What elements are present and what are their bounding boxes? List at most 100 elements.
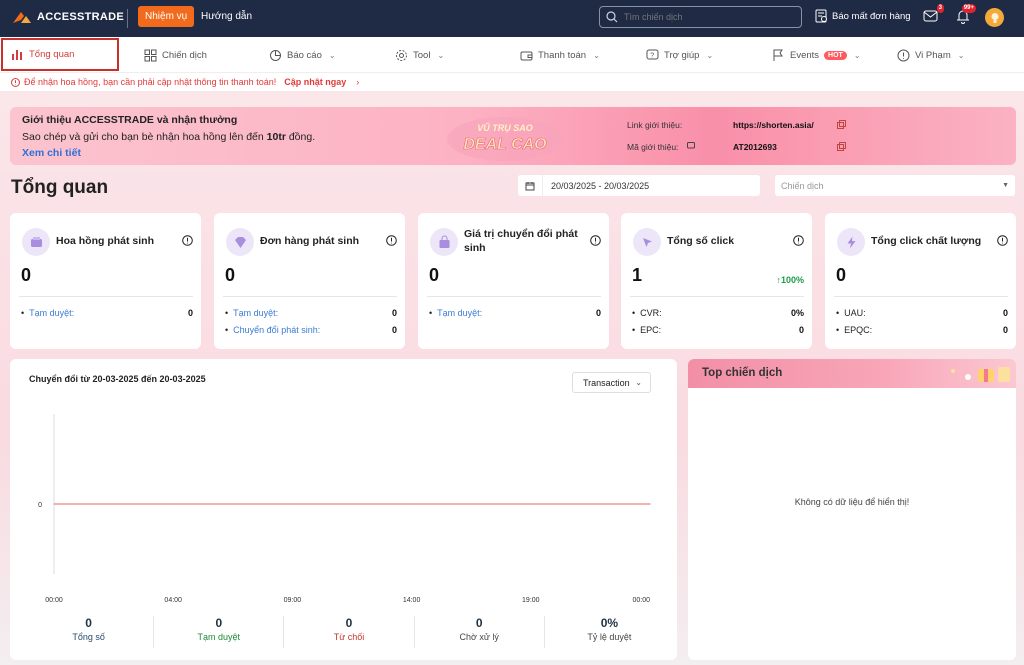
x-tick-label: 00:00 [45,597,63,604]
info-icon[interactable] [182,235,193,246]
row-label: EPC: [632,325,661,335]
chevron-down-icon: ⌄ [328,50,336,60]
ref-code-label: Mã giới thiệu: [627,142,679,152]
stat-label: Tạm duyệt [197,632,241,642]
nav-help[interactable]: ? Trợ giúp ⌄ [646,37,713,73]
nav-events[interactable]: Events HOT ⌄ [772,37,861,73]
see-details-link[interactable]: Xem chi tiết [22,147,81,159]
card-value: 0 [836,265,847,285]
nav-overview[interactable]: Tổng quan [1,38,119,71]
info-icon[interactable] [590,235,601,246]
date-range-picker[interactable]: 20/03/2025 - 20/03/2025 [518,175,760,196]
nav-label: Chiến dịch [162,49,207,61]
row-label: CVR: [632,308,662,318]
data-point [411,503,413,505]
row-value: 0 [1002,308,1008,318]
x-tick-label: 00:00 [632,597,650,604]
card-value: 0 [21,265,32,285]
brand-name: ACCESSTRADE [37,11,125,23]
grid-icon [144,49,157,61]
report-lost-order-link[interactable]: Báo mất đơn hàng [815,9,911,23]
stat-rejected: 0 Từ chối [284,616,415,648]
banner-description: Sao chép và gửi cho bạn bè nhận hoa hồng… [22,131,315,143]
campaign-select[interactable]: Chiến dịch ▼ [775,175,1015,196]
row-value: 0 [391,325,397,335]
mail-badge: 3 [936,4,944,13]
stat-approval-rate: 0% Tỷ lệ duyệt [545,616,674,648]
mission-button[interactable]: Nhiệm vụ [138,6,195,27]
nav-payment[interactable]: Thanh toán ⌄ [520,37,600,73]
row-value: 0 [187,308,193,318]
stat-value: 0 [475,616,483,630]
x-tick-label: 14:00 [403,597,421,604]
stat-pending-approval: 0 Tạm duyệt [154,616,285,648]
stat-value: 0 [345,616,353,630]
info-icon[interactable] [386,235,397,246]
card-row: Chuyển đổi phát sinh: 0 [225,325,397,335]
card-row: Tạm duyệt: 0 [21,308,193,318]
growth-indicator: ↑100% [776,275,804,285]
info-icon[interactable] [997,235,1008,246]
stat-label: Tổng số [72,632,105,642]
nav-reports[interactable]: Báo cáo ⌄ [269,37,336,73]
svg-text:?: ? [650,52,654,59]
quality-clicks-card: Tổng click chất lượng 0 UAU: 0 EPQC: 0 [825,213,1016,349]
card-value: 0 [225,265,236,285]
stat-value: 0 [215,616,223,630]
search-input[interactable] [624,12,794,22]
nav-label: Vi Phạm [915,49,951,61]
row-label: Tạm duyệt: [429,308,482,318]
date-range-value: 20/03/2025 - 20/03/2025 [551,180,650,191]
card-value: 0 [429,265,440,285]
wallet-badge-icon [22,228,50,256]
data-point [53,503,55,505]
divider [19,296,193,297]
row-value: 0% [790,308,804,318]
search-icon [606,11,618,23]
data-point [530,503,532,505]
top-campaigns-title: Top chiến dịch [702,367,783,379]
nav-tool[interactable]: Tool ⌄ [395,37,444,73]
row-label: UAU: [836,308,866,318]
chevron-down-icon: ⌄ [853,50,861,60]
row-value: 0 [1002,325,1008,335]
avatar[interactable] [985,8,1004,27]
copy-icon[interactable] [837,120,846,129]
nav-campaigns[interactable]: Chiến dịch [144,37,207,73]
conversion-stats: 0 Tổng số 0 Tạm duyệt 0 Từ chối 0 Chờ xử lý … [24,616,674,648]
row-label: Tạm duyệt: [21,308,74,318]
transaction-select[interactable]: Transaction ⌄ [572,372,651,393]
ref-link-label: Link giới thiệu: [627,120,683,130]
card-title: Đơn hàng phát sinh [260,235,360,247]
conversion-value-card: Giá trị chuyển đổi phát sinh 0 Tạm duyệt… [418,213,609,349]
row-value: 0 [798,325,804,335]
payment-notice: Để nhận hoa hồng, bạn cần phải cập nhật … [0,73,1024,91]
cursor-icon [633,228,661,256]
mail-button[interactable]: 3 [923,4,944,26]
ref-link-value: https://shorten.asia/ [733,120,814,130]
chevron-down-icon: ⌄ [957,50,965,60]
info-icon[interactable] [793,235,804,246]
nav-violations[interactable]: Vi Phạm ⌄ [897,37,964,73]
copy-icon[interactable] [837,142,846,151]
campaign-search[interactable] [599,6,802,28]
update-now-link[interactable]: Cập nhật ngay [284,77,346,87]
notification-badge: 99+ [961,4,976,13]
stat-total: 0 Tổng số [24,616,155,648]
stat-value: 0% [600,616,619,630]
help-icon: ? [646,49,659,59]
notification-button[interactable]: 99+ [956,4,976,27]
brand-logo[interactable]: ACCESSTRADE [12,10,124,24]
referral-banner: Giới thiệu ACCESSTRADE và nhận thưởng Sa… [10,107,1016,165]
divider [223,296,397,297]
guide-link[interactable]: Hướng dẫn [201,11,252,22]
logo-icon [13,12,31,23]
diamond-icon [226,228,254,256]
bar-chart-icon [12,50,22,60]
banner-title: Giới thiệu ACCESSTRADE và nhận thưởng [22,114,238,126]
nav-label: Thanh toán [538,49,587,61]
stat-label: Chờ xử lý [459,632,499,642]
transaction-select-value: Transaction [583,377,630,388]
gift-decoration [951,367,1010,382]
report-lost-order-label: Báo mất đơn hàng [832,10,911,22]
